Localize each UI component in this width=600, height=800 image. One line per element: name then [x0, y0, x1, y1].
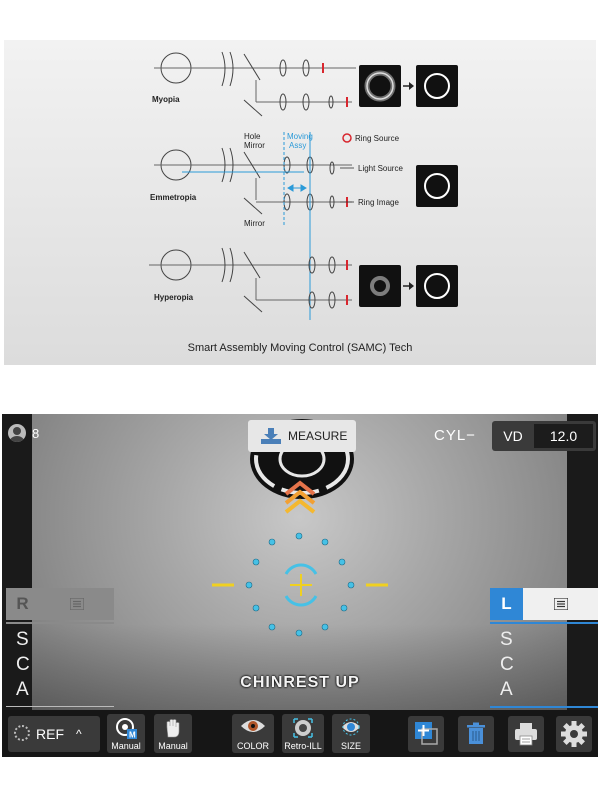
color-label: COLOR [236, 741, 269, 751]
vd-label: VD [503, 428, 523, 444]
eye-select-l[interactable]: L [490, 588, 523, 620]
ring-image-myopia-after [416, 65, 458, 107]
label-hyperopia: Hyperopia [154, 293, 194, 302]
add-button[interactable] [408, 716, 444, 752]
list-button-r[interactable] [39, 588, 114, 620]
ref-mode-button[interactable]: REF ^ [8, 716, 100, 752]
user-count: 8 [32, 425, 40, 441]
retro-ill-label: Retro-ILL [284, 741, 322, 751]
manual-hand-button[interactable]: Manual [154, 714, 192, 753]
delete-button[interactable] [458, 716, 494, 752]
print-button[interactable] [508, 716, 544, 752]
user-icon [8, 424, 26, 442]
user-indicator[interactable]: 8 [8, 424, 39, 442]
ref-label: REF [36, 726, 64, 742]
samc-diagram: Myopia Emmetropia Hyperopia Hole Mirror … [4, 40, 596, 365]
chinrest-message: CHINREST UP [240, 674, 360, 691]
list-icon [553, 598, 568, 610]
manual-focus-button[interactable]: M Manual [107, 714, 145, 753]
retro-ill-icon [293, 718, 313, 738]
size-label: SIZE [340, 741, 361, 751]
arrow-icon [403, 282, 414, 290]
size-icon [342, 718, 360, 736]
eye-icon [241, 720, 265, 732]
cyl-mode[interactable]: CYL− [434, 427, 476, 444]
spinner-icon [14, 725, 30, 741]
color-button[interactable]: COLOR [232, 714, 274, 753]
measure-icon [261, 428, 281, 444]
label-myopia: Myopia [152, 95, 180, 104]
measure-button[interactable]: MEASURE [248, 420, 356, 452]
label-moving: Moving [287, 132, 313, 141]
hyperopia-optics [149, 247, 352, 313]
label-hole: Hole [244, 132, 261, 141]
svg-text:M: M [129, 731, 136, 740]
crosshair-icon [284, 563, 318, 607]
vd-control[interactable]: VD 12.0 [492, 421, 596, 451]
sph-label: S [16, 629, 29, 650]
optics-diagram: Myopia Emmetropia Hyperopia Hole Mirror … [149, 51, 458, 320]
add-icon [415, 722, 438, 745]
ring-image-emmetropia [416, 165, 458, 207]
label-ring-source: Ring Source [355, 134, 400, 143]
hand-icon [166, 719, 180, 738]
manual-hand-label: Manual [158, 741, 188, 751]
bottom-toolbar: REF ^ M Manual Manual COLOR Retro-ILL SI… [2, 710, 598, 757]
label-mirror: Mirror [244, 219, 265, 228]
ring-image-myopia-before [359, 65, 401, 107]
settings-button[interactable] [556, 716, 592, 752]
label-light-source: Light Source [358, 164, 403, 173]
myopia-optics [154, 51, 356, 117]
measure-label: MEASURE [288, 429, 348, 443]
gear-icon [561, 721, 587, 747]
ring-image-hyperopia-after [416, 265, 458, 307]
manual-focus-label: Manual [111, 741, 141, 751]
arrow-icon [403, 82, 414, 90]
chevron-up-icon: ^ [76, 727, 82, 741]
emmetropia-optics [154, 147, 352, 215]
device-screen: 8 MEASURE CYL− VD 12.0 R S C A L S C A C… [2, 414, 598, 757]
label-ring-image: Ring Image [358, 198, 399, 207]
ring-image-hyperopia-before [359, 265, 401, 307]
printer-icon [515, 723, 537, 746]
sph-label: S [500, 629, 513, 650]
diagram-caption: Smart Assembly Moving Control (SAMC) Tec… [187, 342, 413, 354]
label-assy: Assy [289, 141, 306, 150]
label-emmetropia: Emmetropia [150, 193, 197, 202]
focus-icon: M [116, 718, 137, 740]
retro-ill-button[interactable]: Retro-ILL [282, 714, 324, 753]
eye-select-r[interactable]: R [6, 588, 39, 620]
size-button[interactable]: SIZE [332, 714, 370, 753]
list-icon [69, 598, 84, 610]
trash-icon [467, 722, 485, 744]
label-hole-mirror: Mirror [244, 141, 265, 150]
vd-value[interactable]: 12.0 [534, 424, 593, 448]
list-button-l[interactable] [523, 588, 598, 620]
